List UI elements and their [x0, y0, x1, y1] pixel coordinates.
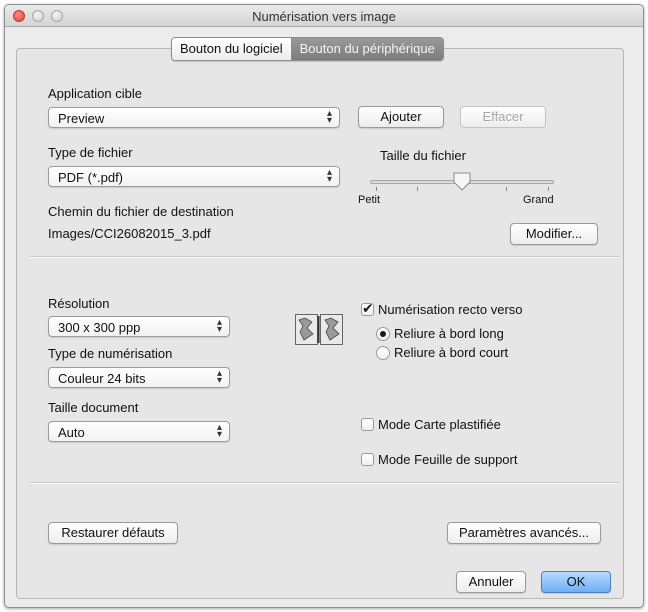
chevron-updown-icon: ▴ ▾ [326, 167, 332, 185]
long-edge-radio[interactable] [376, 327, 390, 341]
file-type-label: Type de fichier [48, 145, 133, 160]
file-type-value: PDF (*.pdf) [58, 170, 124, 185]
ok-button[interactable]: OK [541, 571, 611, 593]
carrier-sheet-label: Mode Feuille de support [378, 452, 518, 467]
short-edge-label: Reliure à bord court [394, 345, 509, 360]
checkmark-icon: ✔ [362, 300, 374, 316]
duplex-pages-icon [295, 314, 343, 345]
duplex-checkbox[interactable]: ✔ [361, 300, 374, 316]
chevron-updown-icon: ▴ ▾ [216, 317, 222, 335]
tab-software-button[interactable]: Bouton du logiciel [172, 38, 292, 60]
duplex-label: Numérisation recto verso [378, 302, 523, 317]
doc-size-label: Taille document [48, 400, 139, 415]
resolution-value: 300 x 300 ppp [58, 320, 141, 335]
chevron-updown-icon: ▴ ▾ [326, 108, 332, 126]
chevron-updown-icon: ▴ ▾ [216, 368, 222, 386]
scan-type-value: Couleur 24 bits [58, 371, 146, 386]
file-size-slider-thumb[interactable] [452, 172, 472, 192]
slider-tick [548, 187, 549, 191]
window-title: Numérisation vers image [252, 9, 396, 24]
short-edge-radio[interactable] [376, 346, 390, 360]
target-app-select[interactable]: Preview ▴ ▾ [48, 107, 340, 128]
scan-type-select[interactable]: Couleur 24 bits ▴ ▾ [48, 367, 230, 388]
slider-tick [417, 187, 418, 191]
tab-device-button[interactable]: Bouton du périphérique [291, 38, 443, 60]
doc-size-select[interactable]: Auto ▴ ▾ [48, 421, 230, 442]
advanced-settings-button[interactable]: Paramètres avancés... [447, 522, 601, 544]
cancel-button[interactable]: Annuler [456, 571, 526, 593]
file-size-min-label: Petit [358, 194, 381, 206]
long-edge-label: Reliure à bord long [394, 326, 504, 341]
file-type-select[interactable]: PDF (*.pdf) ▴ ▾ [48, 166, 340, 187]
destination-label: Chemin du fichier de destination [48, 204, 234, 219]
slider-tick [376, 187, 377, 191]
restore-defaults-button[interactable]: Restaurer défauts [48, 522, 178, 544]
plastic-card-checkbox[interactable] [361, 418, 374, 431]
scan-type-label: Type de numérisation [48, 346, 173, 361]
delete-button[interactable]: Effacer [460, 106, 546, 128]
doc-size-value: Auto [58, 425, 85, 440]
radio-dot [380, 331, 386, 337]
target-app-label: Application cible [48, 86, 142, 101]
tab-bar: Bouton du logiciel Bouton du périphériqu… [171, 37, 444, 61]
add-button[interactable]: Ajouter [358, 106, 444, 128]
plastic-card-label: Mode Carte plastifiée [378, 417, 501, 432]
chevron-updown-icon: ▴ ▾ [216, 422, 222, 440]
target-app-value: Preview [58, 111, 105, 126]
file-size-max-label: Grand [523, 194, 554, 206]
modify-button[interactable]: Modifier... [510, 223, 598, 245]
resolution-label: Résolution [48, 296, 110, 311]
carrier-sheet-checkbox[interactable] [361, 453, 374, 466]
title-bar: Numérisation vers image [5, 5, 643, 27]
section-divider [30, 256, 620, 258]
slider-tick [506, 187, 507, 191]
file-size-label: Taille du fichier [380, 148, 466, 163]
section-divider [30, 482, 620, 484]
resolution-select[interactable]: 300 x 300 ppp ▴ ▾ [48, 316, 230, 337]
destination-path: Images/CCI26082015_3.pdf [48, 226, 211, 241]
